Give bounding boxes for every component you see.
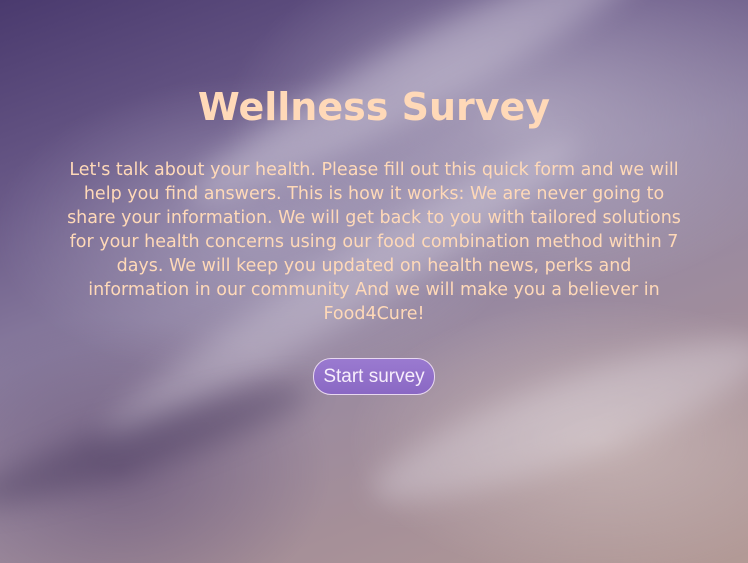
cloud-streak [358,310,748,530]
intro-paragraph: Let's talk about your health. Please fil… [67,160,681,324]
page-title: Wellness Survey [197,85,551,129]
start-survey-button[interactable]: Start survey [313,358,435,395]
